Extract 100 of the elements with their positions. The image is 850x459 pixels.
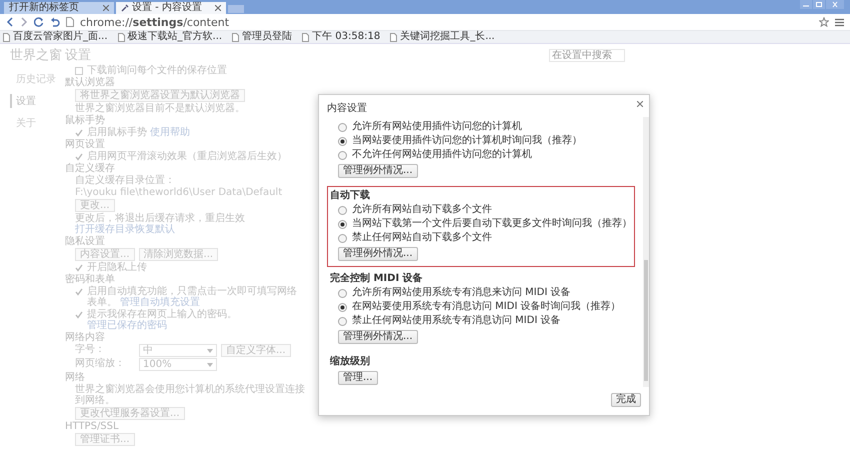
radio-button[interactable] bbox=[338, 136, 347, 146]
radio-button[interactable] bbox=[338, 206, 347, 214]
link[interactable]: 恢复默认 bbox=[135, 224, 175, 235]
section-heading: 密码和表单 bbox=[65, 274, 116, 285]
page-title: 设置 bbox=[65, 47, 91, 64]
search-field[interactable]: 在设置中搜索 bbox=[549, 48, 625, 62]
option-label: 允许所有网站自动下载多个文件 bbox=[352, 203, 492, 217]
forward-icon[interactable] bbox=[20, 17, 28, 27]
dropdown[interactable]: 中 bbox=[139, 344, 217, 357]
checkbox[interactable] bbox=[75, 311, 83, 319]
link[interactable]: 打开缓存目录 bbox=[75, 224, 135, 235]
checkbox-label: 提示我保存在网页上输入的密码。 管理已保存的密码 bbox=[87, 309, 238, 331]
checkbox-label: 下载前询问每个文件的保存位置 bbox=[87, 65, 228, 76]
bookmark-item[interactable]: 管理员登陆 bbox=[232, 31, 292, 43]
radio-button[interactable] bbox=[338, 234, 347, 242]
page-icon bbox=[118, 32, 125, 42]
browser-tab[interactable]: 打开新的标签页 bbox=[4, 2, 114, 14]
caret-icon bbox=[207, 348, 213, 352]
link[interactable]: 管理已保存的密码 bbox=[87, 320, 167, 331]
option-label: 当网站下载第一个文件后要自动下载更多文件时询问我（推荐） bbox=[352, 217, 632, 231]
browser-tab[interactable]: 设置 - 内容设置 bbox=[116, 2, 226, 14]
checkbox[interactable] bbox=[75, 129, 83, 137]
description-text: 世界之窗浏览器会使用您计算机的系统代理设置连接到网络。 bbox=[75, 384, 305, 406]
checkbox[interactable] bbox=[75, 153, 83, 161]
manage-button[interactable]: 管理例外情况... bbox=[338, 164, 418, 178]
radio-button[interactable] bbox=[338, 302, 347, 312]
address-field[interactable]: chrome://settings/content bbox=[80, 16, 230, 28]
close-icon[interactable] bbox=[826, 0, 844, 9]
sidebar-title: 世界之窗 bbox=[10, 47, 63, 64]
page-icon bbox=[3, 32, 10, 42]
scrollbar[interactable] bbox=[643, 117, 649, 387]
maximize-icon[interactable] bbox=[813, 0, 825, 9]
minimize-icon[interactable] bbox=[800, 0, 812, 9]
link[interactable]: 使用帮助 bbox=[150, 127, 190, 138]
bookmark-item[interactable]: 下午 03:58:18 bbox=[302, 31, 380, 43]
section-heading: 缩放级别 bbox=[330, 355, 371, 369]
close-icon[interactable] bbox=[637, 101, 643, 107]
done-button[interactable]: 完成 bbox=[611, 393, 641, 407]
section-heading: 自定义缓存 bbox=[65, 163, 116, 174]
radio-button[interactable] bbox=[338, 288, 347, 298]
option-label: 当网站要使用插件访问您的计算机时询问我（推荐） bbox=[352, 134, 582, 148]
page-icon bbox=[390, 32, 398, 42]
radio-button[interactable] bbox=[338, 150, 347, 160]
settings-button[interactable]: 将世界之窗浏览器设置为默认浏览器 bbox=[75, 89, 245, 102]
page-icon bbox=[232, 32, 240, 42]
settings-button[interactable]: 清除浏览数据... bbox=[138, 248, 218, 261]
close-icon[interactable] bbox=[215, 5, 221, 11]
option-label: 禁止任何网站使用系统专有消息访问 MIDI 设备 bbox=[352, 314, 561, 328]
section-heading: 网络 bbox=[65, 372, 86, 383]
back-icon[interactable] bbox=[6, 17, 14, 27]
option-label: 在网站要使用系统专有消息访问 MIDI 设备时询问我（推荐） bbox=[352, 300, 621, 314]
menu-icon[interactable] bbox=[835, 18, 844, 26]
section-heading: HTTPS/SSL bbox=[65, 421, 120, 432]
bookmark-item[interactable]: 关键词挖掘工具_长... bbox=[390, 31, 495, 43]
description-text: 更改后，将退出后缓存请求，重启生效 打开缓存目录恢复默认 bbox=[75, 213, 246, 235]
radio-button[interactable] bbox=[338, 122, 347, 132]
font-button[interactable]: 自定义字体... bbox=[221, 344, 291, 357]
radio-button[interactable] bbox=[338, 220, 347, 228]
checkbox-label: 开启隐私上传 bbox=[87, 262, 148, 273]
dropdown[interactable]: 100% bbox=[139, 358, 217, 371]
checkbox-label: 启用鼠标手势 使用帮助 bbox=[87, 127, 192, 138]
close-icon[interactable] bbox=[103, 5, 109, 11]
section-heading: 完全控制 MIDI 设备 bbox=[330, 272, 424, 286]
checkbox[interactable] bbox=[75, 67, 83, 75]
settings-button[interactable]: 更改代理服务器设置... bbox=[75, 407, 185, 420]
path-field[interactable]: F:\youku file\theworld6\User Data\Default bbox=[75, 187, 282, 198]
checkbox[interactable] bbox=[75, 264, 83, 272]
bookmark-item[interactable]: 极速下载站_官方软... bbox=[118, 31, 222, 43]
wrench-icon bbox=[121, 4, 129, 12]
field-label: 网页缩放： bbox=[75, 358, 126, 369]
page-icon bbox=[302, 32, 310, 42]
option-label: 禁止任何网站自动下载多个文件 bbox=[352, 231, 492, 245]
settings-button[interactable]: 管理证书... bbox=[75, 433, 135, 446]
checkbox[interactable] bbox=[75, 288, 83, 296]
settings-button[interactable]: 内容设置... bbox=[75, 248, 135, 261]
section-heading: 鼠标手势 bbox=[65, 115, 106, 126]
bookmark-item[interactable]: 百度云管家图片_面... bbox=[3, 31, 108, 43]
manage-button[interactable]: 管理例外情况... bbox=[338, 247, 418, 261]
manage-button[interactable]: 管理例外情况... bbox=[338, 330, 418, 344]
link[interactable]: 管理自动填充设置 bbox=[120, 297, 200, 308]
sidebar-item[interactable]: 设置 bbox=[10, 94, 65, 108]
field-label: 自定义缓存目录位置： bbox=[75, 175, 175, 186]
section-heading: 隐私设置 bbox=[65, 236, 106, 247]
section-heading: 网页设置 bbox=[65, 139, 106, 150]
section-heading: 自动下载 bbox=[330, 189, 371, 203]
undo-icon[interactable] bbox=[50, 17, 60, 27]
page-icon bbox=[66, 17, 74, 27]
description-text: 世界之窗浏览器目前不是默认浏览器。 bbox=[75, 103, 246, 114]
section-heading: 默认浏览器 bbox=[65, 77, 116, 88]
checkbox-label: 启用网页平滑滚动效果（重启浏览器后生效） bbox=[87, 151, 288, 162]
radio-button[interactable] bbox=[338, 316, 347, 326]
option-label: 允许所有网站使用系统专有消息来访问 MIDI 设备 bbox=[352, 286, 571, 300]
checkbox-label: 启用自动填充功能，只需点击一次即可填写网络表单。 管理自动填充设置 bbox=[87, 286, 298, 308]
star-icon[interactable] bbox=[819, 17, 829, 27]
option-label: 允许所有网站使用插件访问您的计算机 bbox=[352, 120, 522, 134]
change-button[interactable]: 更改... bbox=[75, 199, 115, 212]
dialog-title: 内容设置 bbox=[326, 102, 368, 116]
manage-button[interactable]: 管理... bbox=[338, 371, 378, 385]
section-heading: 网络内容 bbox=[65, 332, 106, 343]
refresh-icon[interactable] bbox=[34, 17, 44, 27]
